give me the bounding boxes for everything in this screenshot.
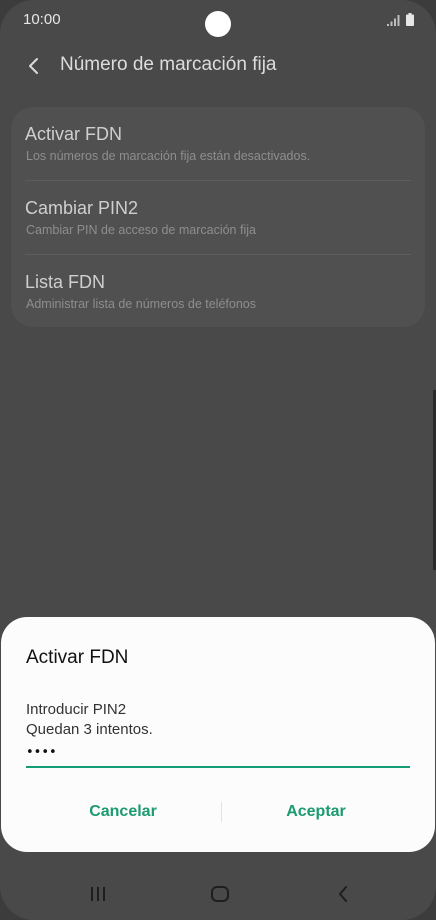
dialog-attempts: Quedan 3 intentos. xyxy=(26,721,153,738)
dialog-title: Activar FDN xyxy=(26,647,129,668)
nav-home-button[interactable] xyxy=(205,882,235,906)
settings-item-subtitle: Cambiar PIN de acceso de marcación fija xyxy=(26,223,256,237)
back-button[interactable] xyxy=(20,52,48,80)
settings-item-subtitle: Administrar lista de números de teléfono… xyxy=(26,297,256,311)
home-icon xyxy=(211,886,229,902)
signal-icon xyxy=(387,15,400,26)
status-icons xyxy=(387,13,414,26)
pin-input[interactable] xyxy=(26,738,410,768)
battery-icon xyxy=(406,13,414,26)
settings-item-title: Cambiar PIN2 xyxy=(25,198,139,218)
settings-item-cambiar-pin2[interactable]: Cambiar PIN2 Cambiar PIN de acceso de ma… xyxy=(11,181,425,254)
page-title: Número de marcación fija xyxy=(60,54,277,75)
nav-recents-button[interactable] xyxy=(83,882,113,906)
settings-item-title: Lista FDN xyxy=(25,272,106,292)
dialog-buttons: Cancelar Aceptar xyxy=(1,795,435,829)
nav-back-button[interactable] xyxy=(328,882,358,906)
settings-item-lista-fdn[interactable]: Lista FDN Administrar lista de números d… xyxy=(11,255,425,327)
pin-dialog: Activar FDN Introducir PIN2 Quedan 3 int… xyxy=(1,617,435,852)
nav-bar xyxy=(0,866,436,920)
camera-cutout xyxy=(205,11,231,37)
settings-item-title: Activar FDN xyxy=(25,124,123,144)
dialog-prompt: Introducir PIN2 xyxy=(26,701,127,718)
cancel-button[interactable]: Cancelar xyxy=(23,795,223,829)
status-time: 10:00 xyxy=(23,11,61,28)
phone-screen: 10:00 Número de marcación fija Activar F… xyxy=(0,0,436,920)
accept-button[interactable]: Aceptar xyxy=(216,795,416,829)
settings-card: Activar FDN Los números de marcación fij… xyxy=(11,107,425,327)
recents-icon xyxy=(91,887,105,901)
settings-item-subtitle: Los números de marcación fija están desa… xyxy=(26,149,311,163)
chevron-left-icon xyxy=(29,58,38,74)
back-icon xyxy=(339,886,347,902)
app-header: Número de marcación fija xyxy=(0,44,436,88)
status-bar: 10:00 xyxy=(0,0,436,40)
settings-item-activar-fdn[interactable]: Activar FDN Los números de marcación fij… xyxy=(11,107,425,180)
